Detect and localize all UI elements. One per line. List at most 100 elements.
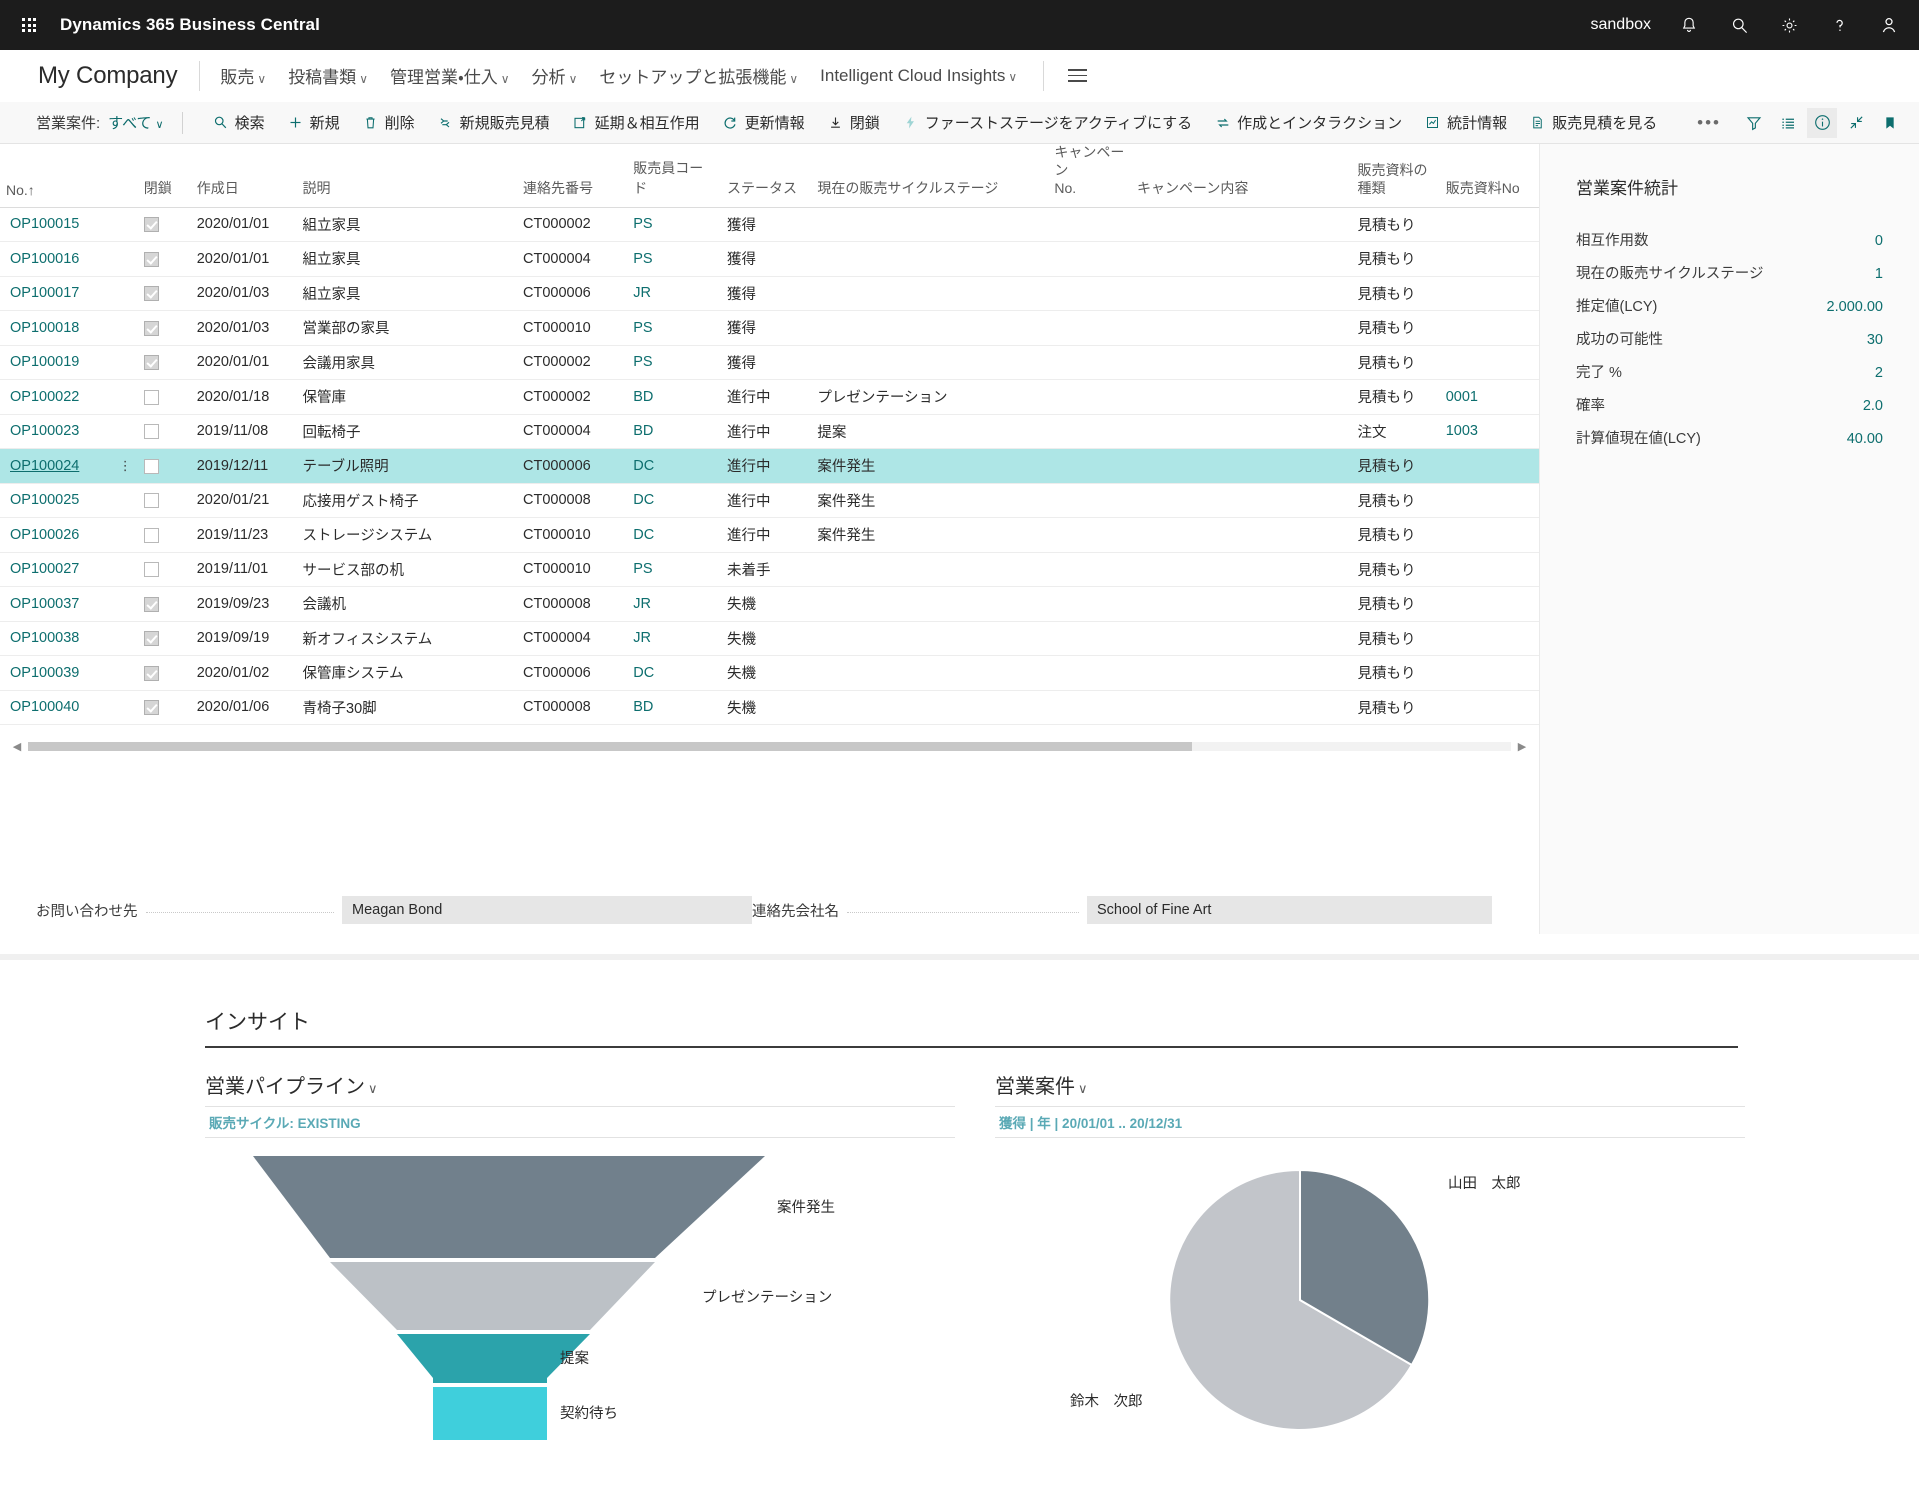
- new-button[interactable]: 新規: [276, 108, 351, 137]
- cell-campaign-no[interactable]: [1048, 379, 1132, 415]
- cell-document-no[interactable]: [1439, 276, 1539, 312]
- cell-no[interactable]: OP100038: [0, 621, 138, 657]
- cell-sales-cycle-stage[interactable]: [811, 310, 1049, 346]
- table-row[interactable]: OP100017 2020/01/03 組立家具 CT000006 JR 獲得 見積もり: [0, 276, 1539, 312]
- cell-document-no[interactable]: 0001: [1439, 379, 1539, 415]
- column-header-document-no[interactable]: 販売資料No: [1439, 144, 1539, 208]
- gear-icon[interactable]: [1777, 13, 1801, 37]
- cell-document-no[interactable]: [1439, 345, 1539, 381]
- cell-created-date[interactable]: 2020/01/06: [190, 690, 297, 726]
- salesperson-link[interactable]: DC: [633, 458, 654, 474]
- cell-contact-no[interactable]: CT000004: [517, 414, 628, 450]
- closed-checkbox[interactable]: [143, 217, 159, 233]
- list-view-icon[interactable]: [1773, 108, 1803, 138]
- cell-status[interactable]: 進行中: [720, 414, 812, 450]
- opportunity-no-link[interactable]: OP100019: [10, 354, 79, 370]
- closed-checkbox[interactable]: [143, 458, 159, 474]
- cell-closed-checkbox[interactable]: [137, 517, 191, 553]
- cell-document-type[interactable]: 見積もり: [1351, 345, 1440, 381]
- cell-sales-cycle-stage[interactable]: [811, 345, 1049, 381]
- cell-document-type[interactable]: 見積もり: [1351, 690, 1440, 726]
- cell-document-type[interactable]: 見積もり: [1351, 207, 1440, 243]
- cell-created-date[interactable]: 2019/11/08: [190, 414, 297, 450]
- help-icon[interactable]: [1827, 13, 1851, 37]
- cell-contact-no[interactable]: CT000002: [517, 345, 628, 381]
- cell-description[interactable]: 保管庫システム: [296, 655, 518, 691]
- cell-campaign-no[interactable]: [1048, 690, 1132, 726]
- scrollbar-track[interactable]: [28, 741, 1511, 751]
- cell-document-type[interactable]: 見積もり: [1351, 448, 1440, 484]
- nav-item-posted-documents[interactable]: 投稿書類 ∨: [288, 63, 368, 88]
- cell-sales-cycle-stage[interactable]: [811, 207, 1049, 243]
- cell-document-type[interactable]: 見積もり: [1351, 276, 1440, 312]
- cell-campaign-no[interactable]: [1048, 517, 1132, 553]
- cell-salesperson-code[interactable]: JR: [627, 276, 721, 312]
- cell-salesperson-code[interactable]: PS: [627, 552, 721, 588]
- cell-document-no[interactable]: [1439, 517, 1539, 553]
- cell-campaign-no[interactable]: [1048, 586, 1132, 622]
- cell-no[interactable]: OP100026: [0, 517, 138, 553]
- funnel-segment-0[interactable]: [253, 1156, 765, 1258]
- cell-document-type[interactable]: 見積もり: [1351, 517, 1440, 553]
- nav-item-analysis[interactable]: 分析 ∨: [532, 63, 578, 88]
- table-row[interactable]: OP100039 2020/01/02 保管庫システム CT000006 DC 失機 見積も…: [0, 655, 1539, 691]
- cell-no[interactable]: OP100018: [0, 310, 138, 346]
- closed-checkbox[interactable]: [143, 665, 159, 681]
- cell-closed-checkbox[interactable]: [137, 483, 191, 519]
- cell-salesperson-code[interactable]: JR: [627, 621, 721, 657]
- cell-campaign-description[interactable]: [1131, 517, 1352, 553]
- nav-item-manage-sales-purchase[interactable]: 管理営業・仕入 ∨: [390, 63, 510, 88]
- cell-campaign-no[interactable]: [1048, 448, 1132, 484]
- table-row[interactable]: OP100038 2019/09/19 新オフィスシステム CT000004 JR 失機 見…: [0, 621, 1539, 657]
- salesperson-link[interactable]: BD: [633, 423, 653, 439]
- cell-closed-checkbox[interactable]: [137, 207, 191, 243]
- search-button[interactable]: 検索: [201, 108, 276, 137]
- factbox-value[interactable]: 40.00: [1847, 431, 1883, 447]
- cell-created-date[interactable]: 2020/01/02: [190, 655, 297, 691]
- cell-campaign-description[interactable]: [1131, 552, 1352, 588]
- cell-document-no[interactable]: [1439, 621, 1539, 657]
- column-header-created-date[interactable]: 作成日: [190, 144, 297, 208]
- cell-contact-no[interactable]: CT000002: [517, 207, 628, 243]
- cell-document-type[interactable]: 見積もり: [1351, 483, 1440, 519]
- opportunity-no-link[interactable]: OP100027: [10, 561, 79, 577]
- cell-campaign-no[interactable]: [1048, 310, 1132, 346]
- cell-status[interactable]: 獲得: [720, 310, 812, 346]
- factbox-value[interactable]: 1: [1875, 266, 1883, 282]
- cell-campaign-description[interactable]: [1131, 379, 1352, 415]
- column-header-description[interactable]: 説明: [296, 144, 518, 208]
- cell-created-date[interactable]: 2020/01/01: [190, 207, 297, 243]
- cell-created-date[interactable]: 2020/01/21: [190, 483, 297, 519]
- salesperson-link[interactable]: PS: [633, 354, 652, 370]
- closed-checkbox[interactable]: [143, 562, 159, 578]
- cell-closed-checkbox[interactable]: [137, 448, 191, 484]
- cell-campaign-no[interactable]: [1048, 345, 1132, 381]
- column-header-campaign-no[interactable]: キャンペーン No.: [1048, 144, 1132, 208]
- cell-closed-checkbox[interactable]: [137, 241, 191, 277]
- factbox-value[interactable]: 0: [1875, 233, 1883, 249]
- horizontal-scrollbar[interactable]: ◀ ▶: [0, 739, 1539, 753]
- cell-no[interactable]: OP100023: [0, 414, 138, 450]
- account-icon[interactable]: [1877, 13, 1901, 37]
- cell-created-date[interactable]: 2020/01/03: [190, 310, 297, 346]
- cell-campaign-description[interactable]: [1131, 310, 1352, 346]
- cell-campaign-description[interactable]: [1131, 448, 1352, 484]
- cell-salesperson-code[interactable]: JR: [627, 586, 721, 622]
- table-row[interactable]: OP100037 2019/09/23 会議机 CT000008 JR 失機 見積もり: [0, 586, 1539, 622]
- scrollbar-thumb[interactable]: [28, 741, 1193, 751]
- column-header-salesperson-code[interactable]: 販売員コード: [627, 144, 721, 208]
- cell-status[interactable]: 失機: [720, 655, 812, 691]
- new-sales-quote-button[interactable]: 新規販売見積: [426, 108, 561, 137]
- cell-document-no[interactable]: [1439, 448, 1539, 484]
- cell-document-no[interactable]: [1439, 690, 1539, 726]
- cell-sales-cycle-stage[interactable]: [811, 690, 1049, 726]
- cell-description[interactable]: 保管庫: [296, 379, 518, 415]
- statistics-button[interactable]: 統計情報: [1413, 108, 1518, 137]
- cell-salesperson-code[interactable]: PS: [627, 207, 721, 243]
- cell-status[interactable]: 進行中: [720, 517, 812, 553]
- cell-campaign-description[interactable]: [1131, 241, 1352, 277]
- closed-checkbox[interactable]: [143, 493, 159, 509]
- scroll-left-arrow[interactable]: ◀: [10, 740, 24, 753]
- cell-no[interactable]: OP100019: [0, 345, 138, 381]
- salesperson-link[interactable]: DC: [633, 527, 654, 543]
